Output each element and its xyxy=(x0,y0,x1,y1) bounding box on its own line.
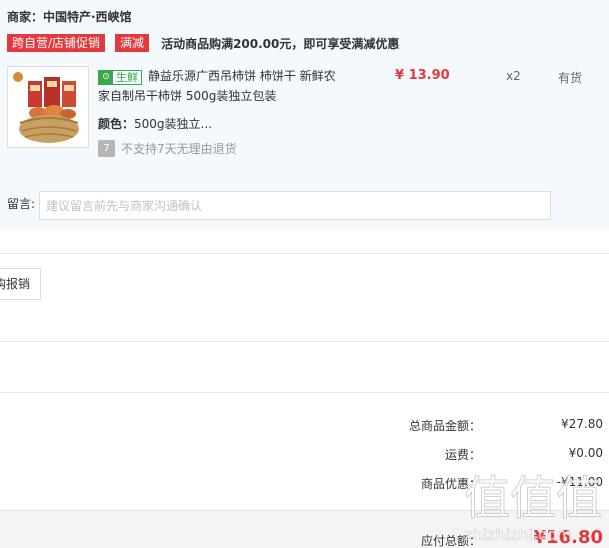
divider xyxy=(0,341,609,342)
persimmon-basket-image xyxy=(8,67,88,147)
goods-total-label: 总商品金额： xyxy=(408,419,481,433)
memo-label: 留言: xyxy=(7,197,36,211)
no-return-notice: 7 不支持7天无理由退货 xyxy=(98,140,237,157)
attribute-value: 500g装独立... xyxy=(134,117,212,131)
promo-row: 跨自营/店铺促销 满减 活动商品购满200.00元，即可享受满减优惠 xyxy=(7,33,399,53)
promo-description: 活动商品购满200.00元，即可享受满减优惠 xyxy=(161,36,400,51)
payable-total-value: ¥16.80 xyxy=(533,527,603,548)
fresh-badge-label: 生鲜 xyxy=(116,71,138,84)
payable-total-bar: 应付总额： ¥16.80 xyxy=(0,510,609,548)
product-thumbnail[interactable] xyxy=(7,66,89,148)
merchant-name: 商家：中国特产·西峡馆 xyxy=(7,10,132,24)
divider xyxy=(0,253,609,254)
goods-total-value: ¥27.80 xyxy=(561,417,603,431)
product-title-block: ⊙ 生鲜 静益乐源广西吊柿饼 柿饼干 新鲜农家自制吊干柿饼 500g装独立包装 xyxy=(98,66,343,106)
promo-tag-store: 跨自营/店铺促销 xyxy=(7,34,106,52)
shipping-value: ¥0.00 xyxy=(568,446,603,460)
divider xyxy=(0,392,609,393)
reimburse-button[interactable]: 购报销 xyxy=(0,268,41,300)
fresh-icon: ⊙ xyxy=(99,71,113,84)
attribute-label: 颜色： xyxy=(98,117,135,131)
shipping-row: 运费： ¥0.00 xyxy=(0,446,609,462)
seven-day-icon: 7 xyxy=(98,140,115,157)
stock-status: 有货 xyxy=(558,71,583,85)
promo-tag-full-reduction: 满减 xyxy=(115,34,150,52)
product-quantity: x2 xyxy=(506,69,521,83)
goods-total-row: 总商品金额： ¥27.80 xyxy=(0,417,609,433)
discount-value: -¥11.00 xyxy=(556,475,603,489)
discount-row: 商品优惠： -¥11.00 xyxy=(0,475,609,491)
order-page: 商家：中国特产·西峡馆 跨自营/店铺促销 满减 活动商品购满200.00元，即可… xyxy=(0,0,609,548)
fresh-badge: ⊙ 生鲜 xyxy=(98,70,142,85)
memo-input[interactable] xyxy=(39,191,551,220)
no-return-text: 不支持7天无理由退货 xyxy=(121,142,237,156)
discount-label: 商品优惠： xyxy=(420,477,481,491)
shipping-label: 运费： xyxy=(444,448,481,462)
product-price: ¥ 13.90 xyxy=(395,68,450,83)
shop-block: 商家：中国特产·西峡馆 跨自营/店铺促销 满减 活动商品购满200.00元，即可… xyxy=(0,0,609,231)
product-attribute: 颜色：500g装独立... xyxy=(98,115,212,132)
payable-total-label: 应付总额： xyxy=(420,534,481,548)
